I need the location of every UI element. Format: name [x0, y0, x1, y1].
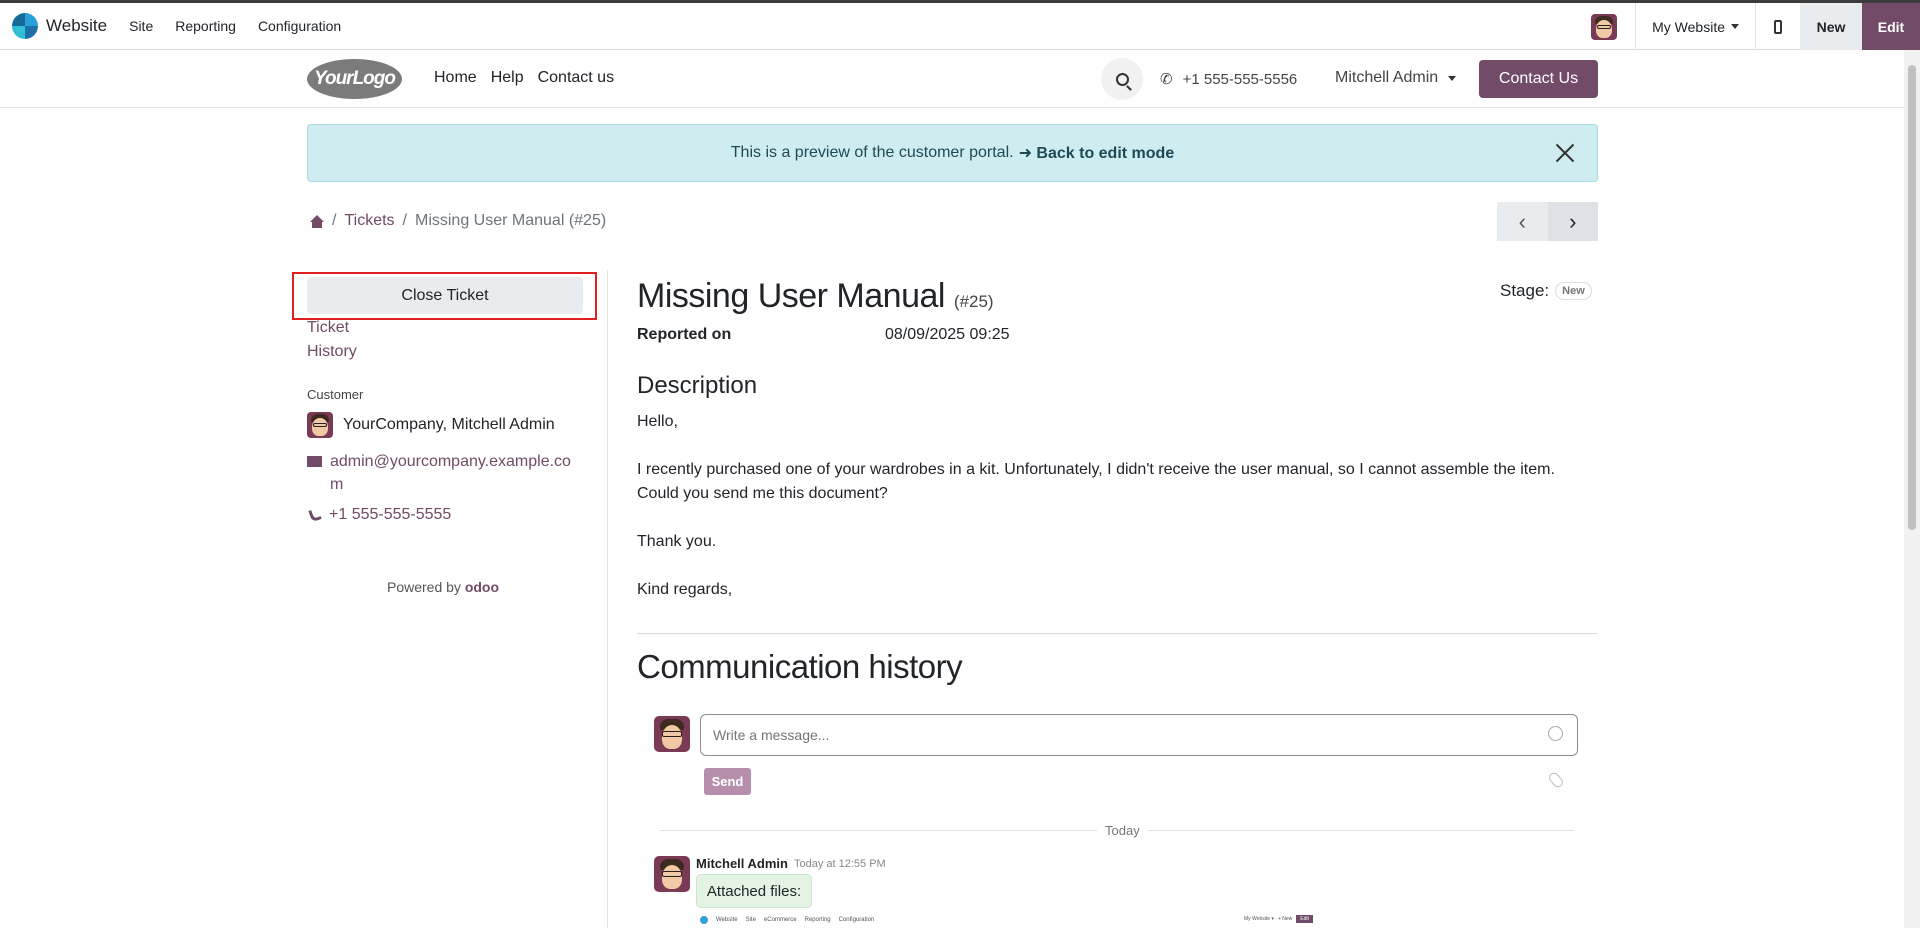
avatar: [1591, 13, 1618, 40]
ticket-title: Missing User Manual (#25): [637, 277, 994, 316]
back-to-edit-link[interactable]: ➜ Back to edit mode: [1019, 143, 1175, 163]
envelope-icon: [307, 456, 322, 467]
menu-reporting[interactable]: Reporting: [175, 18, 236, 34]
description-body: Hello, I recently purchased one of your …: [637, 410, 1592, 626]
close-ticket-button[interactable]: Close Ticket: [307, 277, 583, 314]
preview-alert: This is a preview of the customer portal…: [307, 124, 1598, 182]
customer-row: YourCompany, Mitchell Admin: [307, 412, 555, 438]
customer-phone[interactable]: +1 555-555-5555: [329, 506, 451, 524]
site-logo[interactable]: YourLogo: [307, 59, 402, 99]
website-app-icon: [12, 13, 38, 39]
communication-heading: Communication history: [637, 648, 963, 685]
composer-avatar: [654, 716, 690, 752]
customer-name: YourCompany, Mitchell Admin: [343, 416, 555, 433]
reported-date: 08/09/2025 09:25: [885, 326, 1010, 343]
stage-badge: New: [1555, 282, 1592, 300]
mobile-preview-button[interactable]: [1756, 3, 1800, 50]
website-selector[interactable]: My Website: [1636, 19, 1755, 35]
record-pager: ‹ ›: [1497, 202, 1598, 241]
customer-email-row[interactable]: admin@yourcompany.example.com: [307, 450, 580, 496]
page-scrollbar[interactable]: [1904, 50, 1920, 928]
stage-label: Stage:: [1500, 281, 1550, 300]
caret-down-icon: [1731, 24, 1739, 29]
site-header: YourLogo Home Help Contact us ✆ +1 555-5…: [0, 50, 1904, 108]
ticket-number: (#25): [953, 292, 994, 311]
reported-label: Reported on: [637, 326, 732, 343]
breadcrumb-current: Missing User Manual (#25): [414, 212, 607, 229]
website-app-logo[interactable]: Website: [12, 13, 107, 39]
next-record-button[interactable]: ›: [1547, 202, 1598, 241]
header-phone[interactable]: ✆ +1 555-555-5556: [1160, 70, 1298, 89]
nav-home[interactable]: Home: [434, 69, 477, 87]
phone-icon: [308, 507, 322, 523]
user-name: Mitchell Admin: [1335, 69, 1439, 86]
edit-button[interactable]: Edit: [1862, 3, 1920, 50]
ticket-name: Missing User Manual: [637, 277, 945, 315]
breadcrumb: / Tickets / Missing User Manual (#25): [310, 212, 606, 230]
new-button[interactable]: New: [1800, 3, 1862, 50]
scrollbar-thumb[interactable]: [1908, 65, 1916, 530]
site-nav: Home Help Contact us: [434, 69, 614, 87]
message-author: Mitchell Admin: [696, 856, 788, 871]
customer-phone-row[interactable]: +1 555-555-5555: [308, 506, 451, 524]
sidebar-link-ticket[interactable]: Ticket: [307, 316, 357, 340]
message-input[interactable]: [700, 714, 1578, 756]
admin-navbar: Website Site Reporting Configuration My …: [0, 0, 1920, 50]
section-divider: [637, 633, 1598, 634]
customer-label: Customer: [307, 387, 364, 402]
nav-contact-us[interactable]: Contact us: [538, 69, 614, 87]
emoji-icon[interactable]: [1548, 726, 1563, 741]
menu-configuration[interactable]: Configuration: [258, 18, 341, 34]
sidebar-nav: Ticket History: [307, 316, 357, 364]
customer-avatar: [307, 412, 333, 438]
paperclip-icon[interactable]: [1547, 770, 1565, 790]
phone-icon: ✆: [1160, 71, 1173, 88]
previous-record-button[interactable]: ‹: [1497, 202, 1548, 241]
odoo-logo[interactable]: odoo: [465, 579, 499, 595]
sidebar-divider: [607, 270, 608, 928]
breadcrumb-tickets[interactable]: Tickets: [344, 212, 394, 230]
sidebar-link-history[interactable]: History: [307, 340, 357, 364]
description-paragraph: Kind regards,: [637, 581, 733, 598]
description-heading: Description: [637, 372, 758, 399]
user-avatar-button[interactable]: [1573, 13, 1635, 40]
header-phone-number: +1 555-555-5556: [1182, 70, 1298, 88]
caret-down-icon: [1448, 75, 1457, 81]
website-selector-label: My Website: [1652, 18, 1725, 35]
date-separator-label: Today: [1097, 823, 1148, 838]
description-paragraph: Thank you.: [637, 533, 717, 550]
ticket-stage: Stage: New: [1500, 281, 1592, 301]
app-name: Website: [46, 16, 108, 35]
home-icon[interactable]: [310, 214, 324, 228]
close-icon[interactable]: [1555, 143, 1575, 163]
alert-text: This is a preview of the customer portal…: [730, 144, 1014, 161]
send-button[interactable]: Send: [704, 768, 751, 795]
contact-us-button[interactable]: Contact Us: [1479, 60, 1598, 98]
search-button[interactable]: [1101, 58, 1143, 100]
menu-site[interactable]: Site: [129, 18, 153, 34]
message-bubble: Attached files:: [696, 874, 812, 908]
mobile-icon: [1774, 19, 1782, 34]
nav-help[interactable]: Help: [491, 69, 524, 87]
message-time: Today at 12:55 PM: [794, 858, 886, 870]
search-icon: [1115, 72, 1129, 86]
user-menu[interactable]: Mitchell Admin: [1335, 69, 1457, 87]
description-paragraph: Hello,: [637, 413, 678, 430]
description-paragraph: I recently purchased one of your wardrob…: [637, 461, 1555, 502]
powered-by: Powered by odoo: [387, 579, 500, 595]
attachment-preview[interactable]: Website Site eCommerce Reporting Configu…: [700, 912, 1350, 928]
customer-email[interactable]: admin@yourcompany.example.com: [330, 450, 580, 496]
message-avatar: [654, 856, 690, 892]
website-app-icon: [700, 916, 708, 924]
